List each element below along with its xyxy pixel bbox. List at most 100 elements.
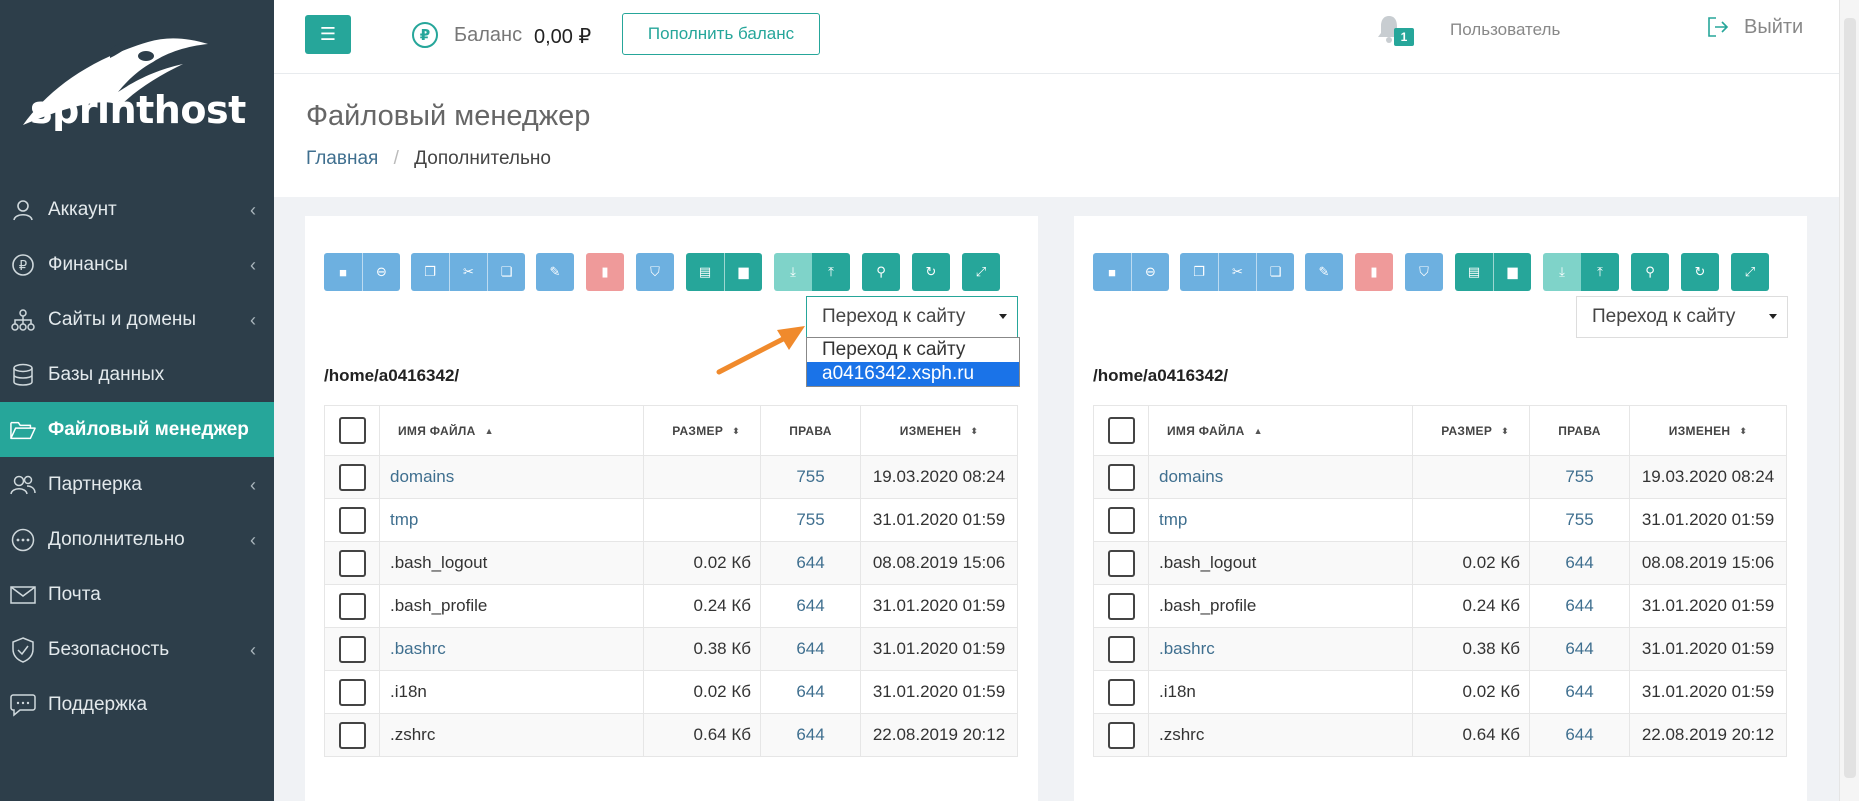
topup-balance-button[interactable]: Пополнить баланс: [622, 13, 820, 55]
table-row[interactable]: tmp 755 31.01.2020 01:59: [324, 498, 1018, 542]
file-permissions[interactable]: 644: [1529, 584, 1630, 628]
sidebar-item-sites[interactable]: Сайты и домены ‹: [0, 292, 274, 347]
file-permissions[interactable]: 755: [760, 455, 861, 499]
table-row[interactable]: domains 755 19.03.2020 08:24: [324, 455, 1018, 499]
logout-link[interactable]: Выйти: [1744, 16, 1803, 39]
storage-button[interactable]: ⊖: [1131, 253, 1169, 291]
row-checkbox[interactable]: [1107, 506, 1135, 534]
sidebar-item-support[interactable]: Поддержка: [0, 677, 274, 732]
sidebar-item-finance[interactable]: ₽ Финансы ‹: [0, 237, 274, 292]
refresh-button[interactable]: ↻: [1681, 253, 1719, 291]
table-row[interactable]: tmp 755 31.01.2020 01:59: [1093, 498, 1787, 542]
table-row[interactable]: .i18n 0.02 Кб 644 31.01.2020 01:59: [1093, 670, 1787, 714]
file-name[interactable]: .bash_logout: [379, 541, 644, 585]
row-checkbox[interactable]: [1107, 549, 1135, 577]
file-name[interactable]: .bashrc: [379, 627, 644, 671]
file-name[interactable]: tmp: [379, 498, 644, 542]
paste-button[interactable]: ❏: [487, 253, 525, 291]
select-all-checkbox[interactable]: [1107, 417, 1135, 444]
new-file-button[interactable]: ▤: [686, 253, 724, 291]
permissions-button[interactable]: ⛉: [636, 253, 674, 291]
column-header-permissions[interactable]: Права: [1529, 405, 1630, 456]
sidebar-item-extra[interactable]: Дополнительно ‹: [0, 512, 274, 567]
new-folder-button[interactable]: ▆: [1493, 253, 1531, 291]
search-button[interactable]: ⚲: [1631, 253, 1669, 291]
cut-button[interactable]: ✂: [1218, 253, 1256, 291]
file-name[interactable]: .zshrc: [379, 713, 644, 757]
new-folder-button[interactable]: ▆: [724, 253, 762, 291]
fullscreen-button[interactable]: ⤢: [962, 253, 1000, 291]
fullscreen-button[interactable]: ⤢: [1731, 253, 1769, 291]
row-checkbox[interactable]: [338, 678, 366, 706]
sidebar-item-partners[interactable]: Партнерка ‹: [0, 457, 274, 512]
file-name[interactable]: .i18n: [1148, 670, 1413, 714]
sidebar-item-mail[interactable]: Почта: [0, 567, 274, 622]
user-label[interactable]: Пользователь: [1450, 20, 1560, 40]
select-all-button[interactable]: ■: [324, 253, 362, 291]
sidebar-item-file-manager[interactable]: Файловый менеджер: [0, 402, 274, 457]
download-button[interactable]: ⤓: [774, 253, 812, 291]
site-select[interactable]: Переход к сайту: [1576, 296, 1788, 338]
row-checkbox[interactable]: [1107, 721, 1135, 749]
logout-icon[interactable]: [1706, 15, 1730, 39]
rename-button[interactable]: ✎: [1305, 253, 1343, 291]
select-all-checkbox[interactable]: [338, 417, 366, 444]
file-permissions[interactable]: 644: [760, 541, 861, 585]
table-row[interactable]: .bash_logout 0.02 Кб 644 08.08.2019 15:0…: [324, 541, 1018, 585]
site-option-selected[interactable]: a0416342.xsph.ru: [807, 362, 1019, 386]
permissions-button[interactable]: ⛉: [1405, 253, 1443, 291]
select-all-button[interactable]: ■: [1093, 253, 1131, 291]
row-checkbox[interactable]: [338, 592, 366, 620]
file-permissions[interactable]: 644: [760, 713, 861, 757]
sidebar-item-databases[interactable]: Базы данных: [0, 347, 274, 402]
copy-button[interactable]: ❐: [411, 253, 449, 291]
row-checkbox[interactable]: [338, 506, 366, 534]
table-row[interactable]: .bash_profile 0.24 Кб 644 31.01.2020 01:…: [1093, 584, 1787, 628]
delete-button[interactable]: ▮: [1355, 253, 1393, 291]
column-header-permissions[interactable]: Права: [760, 405, 861, 456]
row-checkbox[interactable]: [1107, 678, 1135, 706]
upload-button[interactable]: ⤒: [1581, 253, 1619, 291]
table-row[interactable]: .bash_logout 0.02 Кб 644 08.08.2019 15:0…: [1093, 541, 1787, 585]
file-permissions[interactable]: 644: [760, 670, 861, 714]
new-file-button[interactable]: ▤: [1455, 253, 1493, 291]
file-name[interactable]: tmp: [1148, 498, 1413, 542]
upload-button[interactable]: ⤒: [812, 253, 850, 291]
file-permissions[interactable]: 755: [760, 498, 861, 542]
file-name[interactable]: domains: [1148, 455, 1413, 499]
row-checkbox[interactable]: [1107, 635, 1135, 663]
menu-toggle-button[interactable]: ☰: [305, 15, 351, 54]
file-name[interactable]: .bash_profile: [379, 584, 644, 628]
file-permissions[interactable]: 644: [1529, 541, 1630, 585]
rename-button[interactable]: ✎: [536, 253, 574, 291]
row-checkbox[interactable]: [338, 635, 366, 663]
table-row[interactable]: .bashrc 0.38 Кб 644 31.01.2020 01:59: [324, 627, 1018, 671]
file-permissions[interactable]: 644: [1529, 670, 1630, 714]
column-header-modified[interactable]: Изменен ⬍: [1629, 405, 1787, 456]
breadcrumb-home-link[interactable]: Главная: [306, 148, 378, 169]
file-permissions[interactable]: 644: [1529, 713, 1630, 757]
page-scrollbar[interactable]: [1839, 0, 1859, 801]
download-button[interactable]: ⤓: [1543, 253, 1581, 291]
file-name[interactable]: .i18n: [379, 670, 644, 714]
file-name[interactable]: .bashrc: [1148, 627, 1413, 671]
scrollbar-thumb[interactable]: [1844, 18, 1856, 778]
sidebar-item-account[interactable]: Аккаунт ‹: [0, 182, 274, 237]
file-permissions[interactable]: 644: [760, 627, 861, 671]
column-header-size[interactable]: Размер ⬍: [1412, 405, 1530, 456]
delete-button[interactable]: ▮: [586, 253, 624, 291]
row-checkbox[interactable]: [338, 463, 366, 491]
column-header-name[interactable]: Имя файла ▲: [379, 405, 644, 456]
file-name[interactable]: domains: [379, 455, 644, 499]
table-row[interactable]: .bashrc 0.38 Кб 644 31.01.2020 01:59: [1093, 627, 1787, 671]
sidebar-item-security[interactable]: Безопасность ‹: [0, 622, 274, 677]
column-header-size[interactable]: Размер ⬍: [643, 405, 761, 456]
file-name[interactable]: .bash_profile: [1148, 584, 1413, 628]
copy-button[interactable]: ❐: [1180, 253, 1218, 291]
table-row[interactable]: .i18n 0.02 Кб 644 31.01.2020 01:59: [324, 670, 1018, 714]
table-row[interactable]: .zshrc 0.64 Кб 644 22.08.2019 20:12: [324, 713, 1018, 757]
row-checkbox[interactable]: [338, 721, 366, 749]
file-permissions[interactable]: 755: [1529, 498, 1630, 542]
table-row[interactable]: .bash_profile 0.24 Кб 644 31.01.2020 01:…: [324, 584, 1018, 628]
cut-button[interactable]: ✂: [449, 253, 487, 291]
